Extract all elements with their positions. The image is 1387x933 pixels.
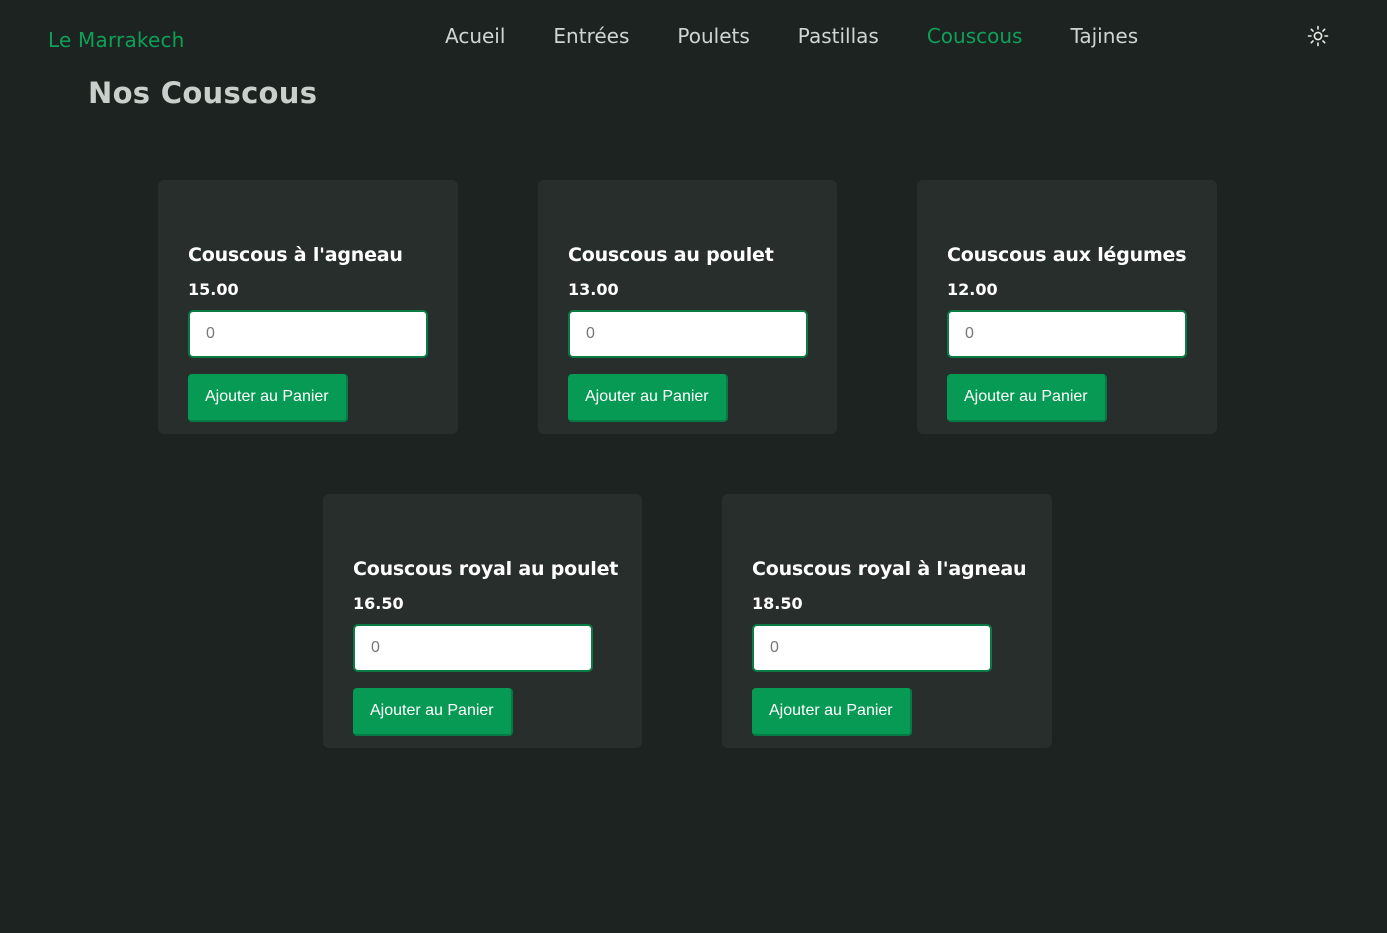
product-price: 15.00 <box>188 280 239 299</box>
page-title: Nos Couscous <box>88 76 318 110</box>
quantity-input[interactable] <box>188 310 428 358</box>
quantity-input[interactable] <box>947 310 1187 358</box>
product-card: Couscous royal à l'agneau 18.50 Ajouter … <box>722 494 1052 748</box>
nav-item-tajines[interactable]: Tajines <box>1070 24 1138 48</box>
add-to-cart-button[interactable]: Ajouter au Panier <box>188 374 348 422</box>
add-to-cart-button[interactable]: Ajouter au Panier <box>568 374 728 422</box>
nav-item-acueil[interactable]: Acueil <box>445 24 505 48</box>
product-name: Couscous aux légumes <box>947 244 1187 266</box>
nav-item-pastillas[interactable]: Pastillas <box>798 24 879 48</box>
nav-item-poulets[interactable]: Poulets <box>677 24 749 48</box>
product-name: Couscous au poulet <box>568 244 774 266</box>
product-price: 18.50 <box>752 594 803 613</box>
product-card: Couscous à l'agneau 15.00 Ajouter au Pan… <box>158 180 458 434</box>
theme-toggle-button[interactable] <box>1306 24 1330 48</box>
nav-item-entrees[interactable]: Entrées <box>553 24 629 48</box>
product-price: 12.00 <box>947 280 998 299</box>
product-price: 13.00 <box>568 280 619 299</box>
add-to-cart-button[interactable]: Ajouter au Panier <box>353 688 513 736</box>
product-card: Couscous au poulet 13.00 Ajouter au Pani… <box>538 180 837 434</box>
quantity-input[interactable] <box>752 624 992 672</box>
product-price: 16.50 <box>353 594 404 613</box>
nav-item-couscous[interactable]: Couscous <box>927 24 1023 48</box>
product-name: Couscous royal à l'agneau <box>752 558 1027 580</box>
brand-logo-link[interactable]: Le Marrakech <box>48 28 185 52</box>
product-name: Couscous à l'agneau <box>188 244 403 266</box>
product-card: Couscous aux légumes 12.00 Ajouter au Pa… <box>917 180 1217 434</box>
top-navbar: Le Marrakech Acueil Entrées Poulets Past… <box>0 0 1387 76</box>
product-name: Couscous royal au poulet <box>353 558 619 580</box>
quantity-input[interactable] <box>353 624 593 672</box>
main-nav: Acueil Entrées Poulets Pastillas Couscou… <box>445 24 1186 48</box>
add-to-cart-button[interactable]: Ajouter au Panier <box>947 374 1107 422</box>
product-card: Couscous royal au poulet 16.50 Ajouter a… <box>323 494 642 748</box>
add-to-cart-button[interactable]: Ajouter au Panier <box>752 688 912 736</box>
sun-icon <box>1307 25 1329 47</box>
quantity-input[interactable] <box>568 310 808 358</box>
